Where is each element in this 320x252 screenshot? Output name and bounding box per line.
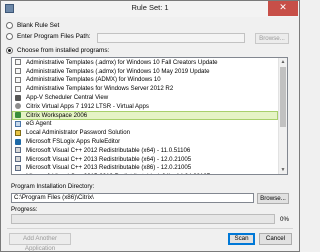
msvc-icon xyxy=(15,164,21,171)
option-program-files-path[interactable]: Enter Program Files Path: xyxy=(6,33,91,40)
program-list-item[interactable]: Local Administrator Password Solution xyxy=(12,128,278,137)
scroll-down-arrow-icon[interactable]: ▼ xyxy=(279,166,287,174)
program-list-item[interactable]: Administrative Templates (.admx) for Win… xyxy=(12,58,278,67)
installed-programs-label: Choose from installed programs: xyxy=(17,47,110,54)
program-list-item-label: Local Administrator Password Solution xyxy=(26,129,130,137)
blank-rule-set-label: Blank Rule Set xyxy=(17,22,60,29)
program-list-item[interactable]: Citrix Virtual Apps 7 1912 LTSR - Virtua… xyxy=(12,102,278,111)
program-list-item-label: Administrative Templates (.admx) for Win… xyxy=(26,67,210,75)
install-dir-input[interactable]: C:\Program Files (x86)\Citrix\ xyxy=(11,193,254,203)
add-another-application-button[interactable]: Add Another Application xyxy=(9,233,71,252)
citrix-icon xyxy=(15,103,21,110)
msvc-icon xyxy=(15,147,21,154)
program-list-item[interactable]: Administrative Templates (ADMX) for Wind… xyxy=(12,76,278,85)
close-button[interactable]: ✕ xyxy=(268,1,298,16)
program-list-item-label: Administrative Templates (ADMX) for Wind… xyxy=(26,76,161,84)
program-list-item[interactable]: Microsoft Visual C++ 2013 Redistributabl… xyxy=(12,155,278,164)
window-title: Rule Set: 1 xyxy=(131,3,169,12)
program-list-item[interactable]: Microsoft Visual C++ 2013 Redistributabl… xyxy=(12,164,278,173)
program-list-item[interactable]: Administrative Templates (.admx) for Win… xyxy=(12,67,278,76)
program-list-item[interactable]: App-V Scheduler Central View xyxy=(12,93,278,102)
program-list-item[interactable]: Administrative Templates for Windows Ser… xyxy=(12,84,278,93)
workspace-icon xyxy=(15,112,21,119)
list-scrollbar[interactable]: ▲ ▼ xyxy=(278,58,287,174)
program-list-item[interactable]: Microsoft Visual C++ 2015-2019 Redistrib… xyxy=(12,172,278,174)
browse-path-button[interactable]: Browse... xyxy=(255,33,289,44)
progress-label: Progress: xyxy=(11,206,38,213)
option-installed-programs[interactable]: Choose from installed programs: xyxy=(6,47,109,54)
msvc-icon xyxy=(15,156,21,163)
program-list-item-label: Citrix Workspace 2006 xyxy=(26,111,88,119)
fslogix-icon xyxy=(15,138,21,145)
program-files-path-input[interactable] xyxy=(97,33,245,43)
program-list-item-label: Microsoft Visual C++ 2013 Redistributabl… xyxy=(26,164,192,172)
progress-bar xyxy=(11,214,275,224)
button-separator xyxy=(7,228,293,229)
template-icon xyxy=(15,59,21,66)
cancel-button[interactable]: Cancel xyxy=(259,233,292,245)
scroll-up-arrow-icon[interactable]: ▲ xyxy=(279,58,287,66)
msvc-icon xyxy=(15,173,21,174)
browse-dir-button[interactable]: Browse... xyxy=(257,193,289,204)
appv-icon xyxy=(15,94,21,101)
program-list-item-label: Microsoft Visual C++ 2013 Redistributabl… xyxy=(26,155,192,163)
program-list-item[interactable]: Microsoft FSLogix Apps RuleEditor xyxy=(12,137,278,146)
installed-programs-list[interactable]: Administrative Templates (.admx) for Win… xyxy=(11,57,288,175)
program-list-item-label: Microsoft Visual C++ 2015-2019 Redistrib… xyxy=(26,173,210,174)
blank-rule-set-radio[interactable] xyxy=(6,22,13,29)
program-list-item-label: eG Agent xyxy=(26,120,52,128)
program-list-item-label: Citrix Virtual Apps 7 1912 LTSR - Virtua… xyxy=(26,102,149,110)
program-list-item[interactable]: eG Agent xyxy=(12,120,278,129)
install-dir-label: Program Installation Directory: xyxy=(11,183,95,190)
title-bar[interactable]: Rule Set: 1 ✕ xyxy=(1,1,299,17)
installed-programs-radio[interactable] xyxy=(6,47,13,54)
program-list-item-label: App-V Scheduler Central View xyxy=(26,94,109,102)
scan-button[interactable]: Scan xyxy=(228,233,255,245)
admin-icon xyxy=(15,129,21,136)
template-icon xyxy=(15,85,21,92)
option-blank-rule-set[interactable]: Blank Rule Set xyxy=(6,22,59,29)
program-list-item-label: Administrative Templates (.admx) for Win… xyxy=(26,58,218,66)
progress-percent: 0% xyxy=(280,216,289,223)
agent-icon xyxy=(15,120,21,127)
program-list-item-label: Microsoft FSLogix Apps RuleEditor xyxy=(26,138,121,146)
template-icon xyxy=(15,76,21,83)
template-icon xyxy=(15,68,21,75)
rule-set-dialog: Rule Set: 1 ✕ Blank Rule Set Enter Progr… xyxy=(0,0,300,252)
program-files-path-radio[interactable] xyxy=(6,33,13,40)
program-list-item[interactable]: Microsoft Visual C++ 2012 Redistributabl… xyxy=(12,146,278,155)
program-list-item-label: Administrative Templates for Windows Ser… xyxy=(26,85,174,93)
scrollbar-thumb[interactable] xyxy=(280,67,286,127)
program-list-item[interactable]: Citrix Workspace 2006 xyxy=(12,110,278,120)
program-files-path-label: Enter Program Files Path: xyxy=(17,33,91,40)
program-list-item-label: Microsoft Visual C++ 2012 Redistributabl… xyxy=(26,146,191,154)
